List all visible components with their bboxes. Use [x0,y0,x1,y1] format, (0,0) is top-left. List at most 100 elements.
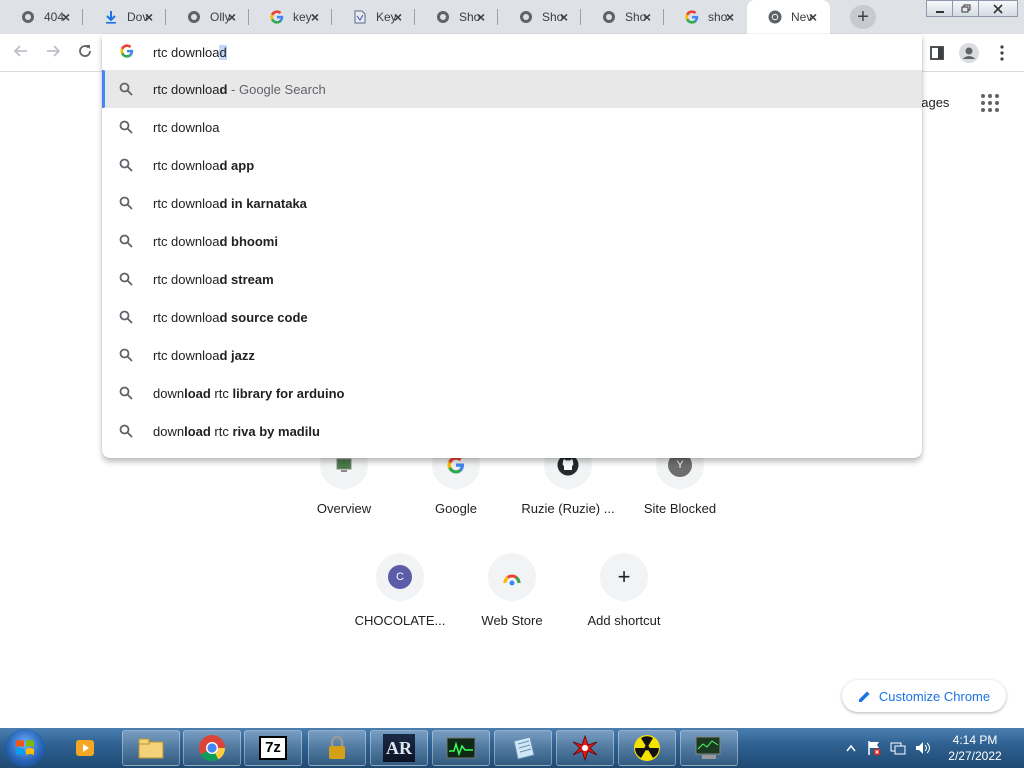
suggestion-row[interactable]: download rtc riva by madilu [102,412,922,450]
browser-tab[interactable]: key × [249,0,332,34]
suggestion-part: rtc downloa [153,158,220,173]
suggestion-part: rtc downloa [153,310,220,325]
suggestion-part: rtc downloa [153,196,220,211]
close-tab-icon[interactable]: × [640,10,654,24]
google-g-icon [120,44,134,58]
chrome-icon [767,9,783,25]
globe-icon [435,9,451,25]
close-tab-icon[interactable]: × [474,10,488,24]
reload-button[interactable] [74,42,96,64]
back-button[interactable] [10,42,32,64]
address-bar-text[interactable]: rtc download [153,45,227,60]
taskbar-notepad[interactable] [494,730,552,766]
activity-monitor-icon [446,737,476,759]
browser-tab[interactable]: Dov × [83,0,166,34]
taskbar-clock[interactable]: 4:14 PM 2/27/2022 [940,732,1010,764]
suggestion-part: rtc [210,424,233,439]
google-g-icon [447,456,464,474]
browser-tab[interactable]: Key × [332,0,415,34]
close-tab-icon[interactable]: × [225,10,239,24]
taskbar-radiation-app[interactable] [618,730,676,766]
taskbar-debugger[interactable] [556,730,614,766]
minimize-button[interactable] [926,0,954,17]
google-apps-icon[interactable] [980,93,1000,113]
search-icon [119,348,133,362]
browser-tab[interactable]: Sho × [415,0,498,34]
close-tab-icon[interactable]: × [723,10,737,24]
shortcut-tile [488,553,536,601]
shortcut-web-store[interactable]: Web Store [456,553,568,653]
suggestion-row[interactable]: rtc download bhoomi [102,222,922,260]
tab-strip: 404 × Dov × Olly × key × Key × Sho × Sho × Sho × sho × Nev… [0,0,1024,34]
show-hidden-icons-icon[interactable] [846,744,856,752]
taskbar-explorer[interactable] [122,730,180,766]
browser-tab[interactable]: sho × [664,0,747,34]
radiation-icon [634,735,660,761]
network-icon[interactable] [890,740,906,756]
suggestion-part: down [153,424,185,439]
suggestion-text: rtc download - Google Search [153,82,326,97]
taskbar-ar-app[interactable]: AR [370,730,428,766]
close-tab-icon[interactable]: × [557,10,571,24]
back-arrow-icon [13,45,27,57]
suggestion-match: library for arduino [232,386,345,401]
taskbar-network-app[interactable] [680,730,738,766]
browser-tab[interactable]: Nev × [747,0,830,34]
customize-chrome-button[interactable]: Customize Chrome [842,680,1006,712]
side-panel-button[interactable] [926,42,948,64]
address-bar-input[interactable]: rtc download [102,34,922,70]
suggestion-match: d bhoomi [219,234,278,249]
forward-button[interactable] [42,42,64,64]
minimize-icon [936,10,944,13]
suggestion-row[interactable]: rtc download stream [102,260,922,298]
windows-taskbar: 7z AR 4:14 PM 2/27/2022 [0,728,1024,768]
notepad-icon [513,736,535,760]
suggestion-row[interactable]: download rtc library for arduino [102,374,922,412]
suggestion-row[interactable]: rtc download source code [102,298,922,336]
add-shortcut-button[interactable]: + Add shortcut [568,553,680,653]
suggestion-row[interactable]: rtc download jazz [102,336,922,374]
action-center-flag-icon[interactable] [866,740,882,756]
profile-button[interactable] [958,42,980,64]
close-window-button[interactable] [978,0,1018,17]
search-icon [119,234,133,248]
taskbar-monitor-app[interactable] [432,730,490,766]
monitor-icon [336,458,352,472]
suggestion-part: rtc downloa [153,120,220,135]
close-tab-icon[interactable]: × [391,10,405,24]
suggestion-row[interactable]: rtc download - Google Search [102,70,922,108]
suggestion-row[interactable]: rtc downloa [102,108,922,146]
suggestion-suffix: - Google Search [227,82,326,97]
suggestion-match: riva by madilu [232,424,320,439]
suggestion-row[interactable]: rtc download in karnataka [102,184,922,222]
chrome-menu-button[interactable] [991,42,1013,64]
restore-button[interactable] [952,0,980,17]
browser-tab[interactable]: Sho × [581,0,664,34]
suggestion-row[interactable]: rtc download app [102,146,922,184]
download-icon [103,9,119,25]
shortcut-chocolate[interactable]: C CHOCOLATE... [344,553,456,653]
start-button[interactable] [5,729,45,767]
close-tab-icon[interactable]: × [59,10,73,24]
globe-icon [20,9,36,25]
shortcut-label: Web Store [481,613,543,628]
browser-tab[interactable]: Sho × [498,0,581,34]
volume-icon[interactable] [914,740,932,756]
padlock-icon [329,735,345,759]
taskbar-chrome[interactable] [183,730,241,766]
close-tab-icon[interactable]: × [806,10,820,24]
taskbar-7zip[interactable]: 7z [244,730,302,766]
suggestion-match: d in karnataka [219,196,307,211]
suggestion-text: rtc download bhoomi [153,234,278,249]
taskbar-media-player[interactable] [56,730,114,766]
taskbar-lock-app[interactable] [308,730,366,766]
network-monitor-icon [695,736,721,759]
close-tab-icon[interactable]: × [142,10,156,24]
browser-tab[interactable]: 404 × [0,0,83,34]
suggestion-part: rtc downloa [153,272,220,287]
browser-tab[interactable]: Olly × [166,0,249,34]
new-tab-button[interactable]: + [850,5,876,29]
folder-icon [138,738,164,759]
typed-text: rtc downloa [153,45,220,60]
close-tab-icon[interactable]: × [308,10,322,24]
